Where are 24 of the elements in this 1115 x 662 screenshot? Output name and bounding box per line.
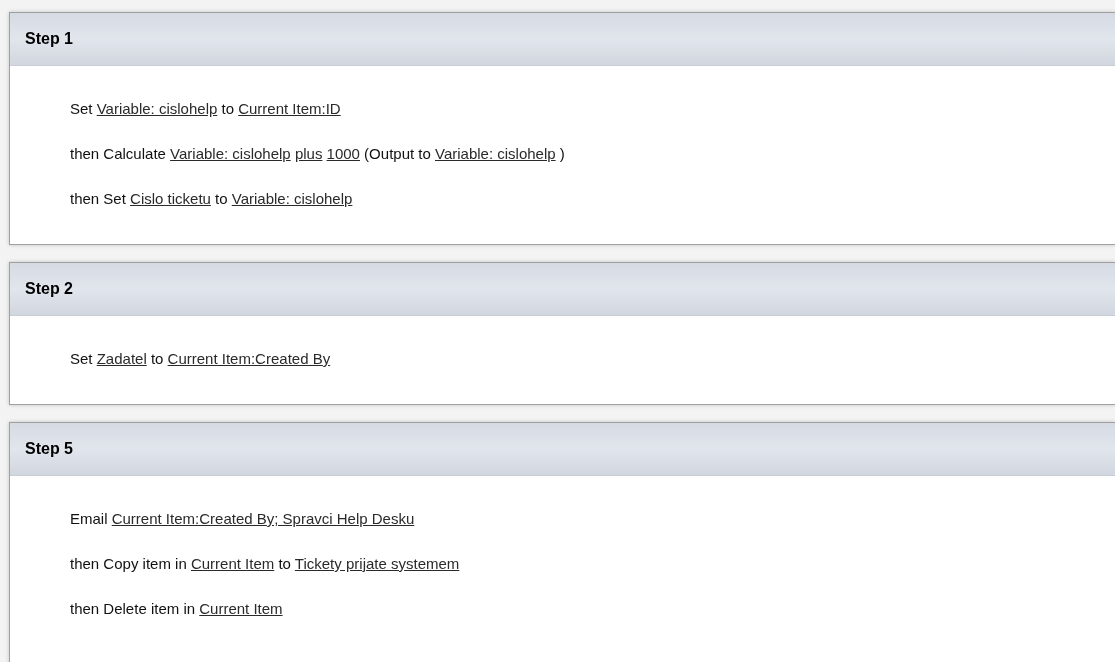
link[interactable]: Current Item:ID: [238, 100, 341, 117]
link[interactable]: Current Item:Created By; Spravci Help Desku: [111, 510, 415, 527]
link[interactable]: 1000: [326, 145, 360, 162]
link[interactable]: Tickety prijate systemem: [294, 555, 460, 572]
link[interactable]: Zadatel: [96, 350, 147, 367]
step-title: Step 5: [25, 439, 73, 459]
action-sentence: Set Variable: cislohelp to Current Item:ID: [70, 100, 342, 118]
action-sentence: then Calculate Variable: cislohelp plus 1000 (Output to Variable: cislohelp ): [70, 145, 566, 163]
link[interactable]: Variable: cislohelp: [231, 190, 353, 207]
step-title: Step 2: [25, 279, 73, 299]
link[interactable]: Variable: cislohelp: [170, 145, 291, 162]
link[interactable]: Current Item: [199, 600, 283, 617]
action-sentence: Email Current Item:Created By; Spravci Help Desku: [70, 510, 416, 528]
link[interactable]: Current Item:Created By: [167, 350, 331, 367]
link[interactable]: Variable: cislohelp: [435, 145, 556, 162]
link[interactable]: Variable: cislohelp: [96, 100, 218, 117]
link[interactable]: Current Item: [190, 555, 275, 572]
action-sentence: then Copy item in Current Item to Tickety prijate systemem: [70, 555, 461, 573]
link[interactable]: plus: [294, 145, 323, 162]
step-title: Step 1: [25, 29, 73, 49]
action-sentence: then Set Cislo ticketu to Variable: cislohelp: [70, 190, 354, 208]
link[interactable]: Cislo ticketu: [130, 190, 211, 207]
action-sentence: Set Zadatel to Current Item:Created By: [70, 350, 332, 368]
action-sentence: then Delete item in Current Item: [70, 600, 284, 618]
